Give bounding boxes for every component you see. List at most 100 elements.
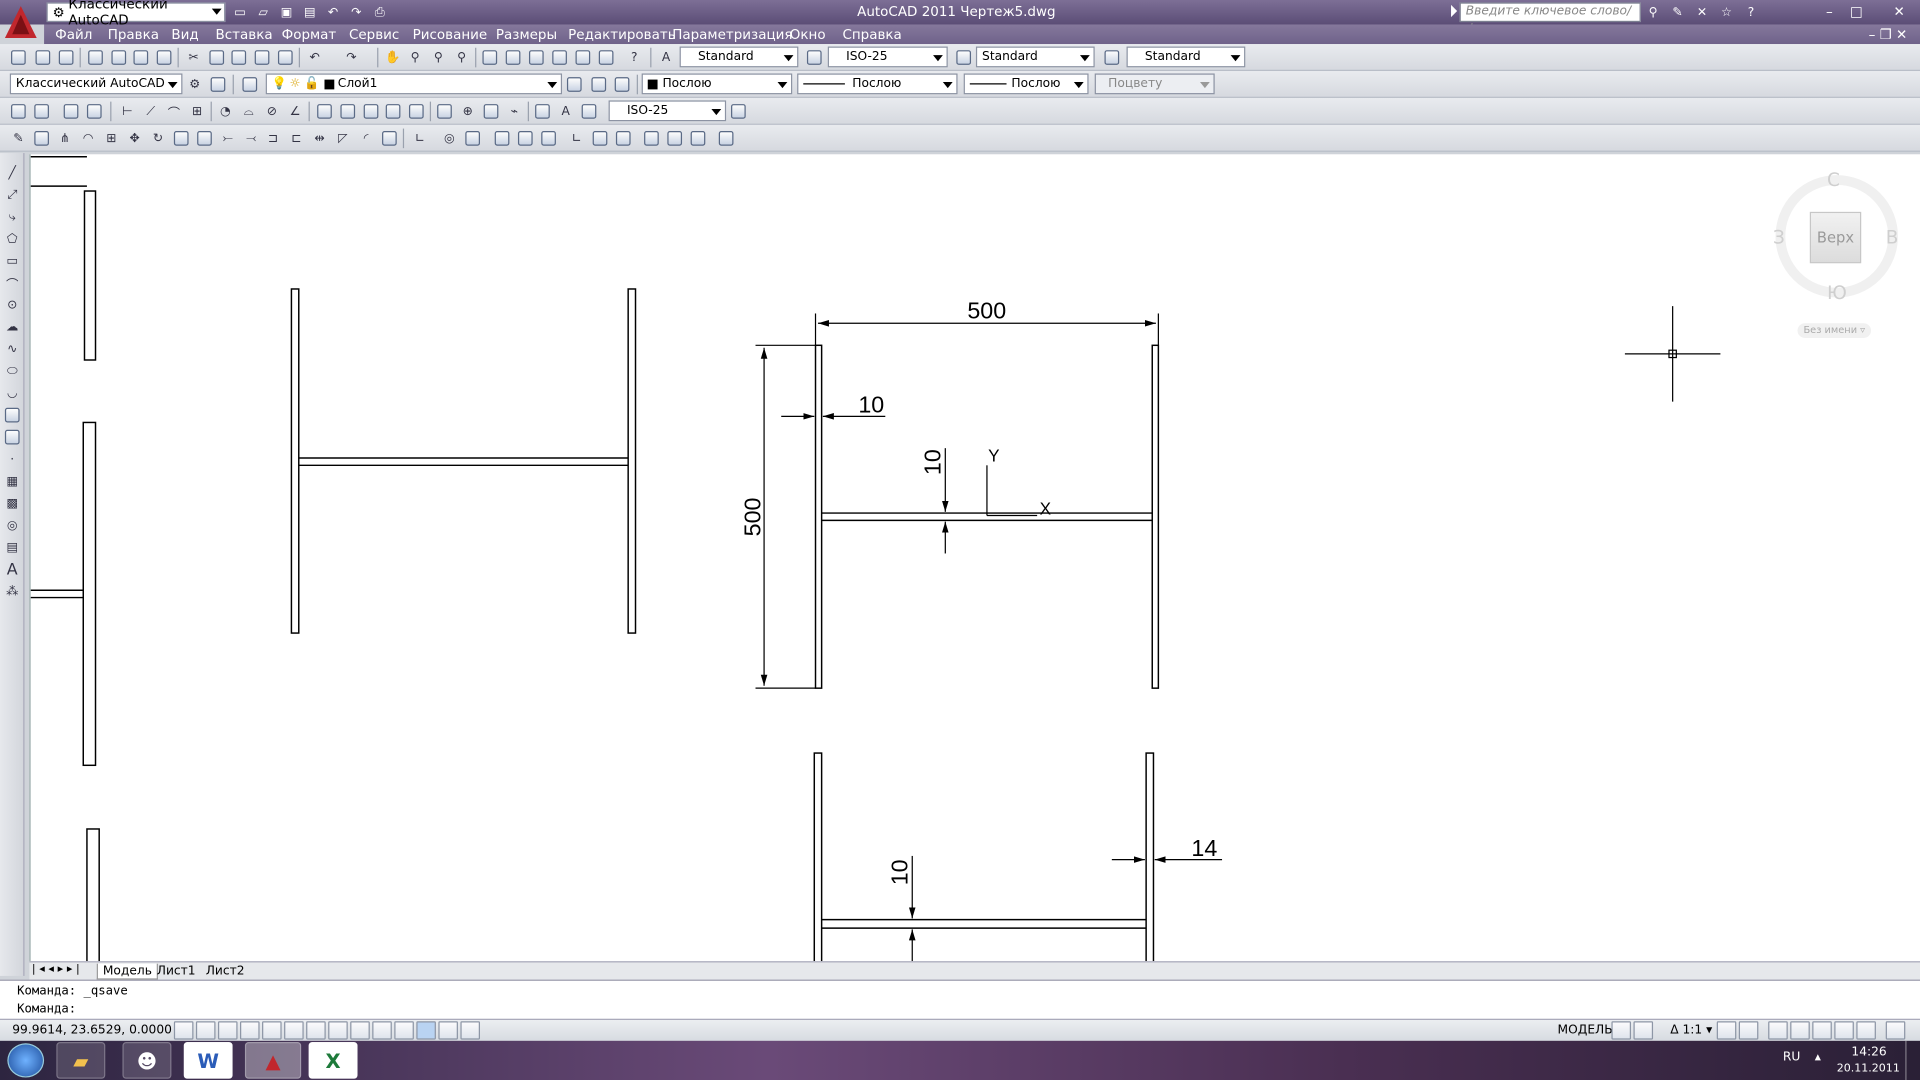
menu-format[interactable]: Формат xyxy=(282,27,337,43)
dim-style-manager-icon[interactable] xyxy=(729,102,749,122)
tolerance-icon[interactable] xyxy=(435,102,455,122)
save-as-icon[interactable]: ▤ xyxy=(300,2,320,22)
jogged-linear-icon[interactable]: ⌁ xyxy=(504,102,524,122)
move-icon[interactable]: ✥ xyxy=(125,129,145,149)
pan-icon[interactable]: ✋ xyxy=(383,48,403,68)
plotstyle-select[interactable]: Поцвету xyxy=(1094,73,1215,95)
dimension-top-500[interactable]: 500 xyxy=(814,297,1159,346)
redo-icon[interactable]: ↷ xyxy=(342,48,362,68)
menu-dimension[interactable]: Размеры xyxy=(496,27,557,43)
menu-edit[interactable]: Правка xyxy=(108,27,159,43)
status-bar-menu-icon[interactable] xyxy=(1856,1021,1876,1040)
show-desktop-button[interactable] xyxy=(1905,1040,1920,1080)
gradient-icon[interactable]: ▩ xyxy=(2,493,22,513)
ucs-previous-icon[interactable] xyxy=(463,129,483,149)
inspection-icon[interactable] xyxy=(481,102,501,122)
infer-constraints-icon[interactable] xyxy=(173,1021,194,1040)
dimension-bottom-web-10[interactable]: 10 xyxy=(886,855,916,962)
dim-style-select-2[interactable]: ISO-25 xyxy=(608,100,727,122)
ucs-view-icon[interactable] xyxy=(539,129,559,149)
undo-icon[interactable]: ↶ xyxy=(305,48,325,68)
ucs-y-icon[interactable] xyxy=(665,129,685,149)
workspace-selector[interactable]: ⚙ Классический AutoCAD xyxy=(46,0,226,28)
text-style-select[interactable]: Standard xyxy=(679,46,799,68)
alien-app-taskbar-icon[interactable]: ☻ xyxy=(122,1042,172,1079)
polyline-icon[interactable]: ⤷ xyxy=(2,207,22,227)
dyn-input-icon[interactable] xyxy=(372,1021,392,1040)
fillet-icon[interactable]: ◜ xyxy=(356,129,376,149)
start-button[interactable] xyxy=(7,1043,45,1078)
search-input[interactable]: Введите ключевое слово/фразу xyxy=(1459,2,1641,36)
tab-model[interactable]: Модель xyxy=(96,963,159,980)
help-icon[interactable]: ? xyxy=(624,48,644,68)
ucs-apply-icon[interactable] xyxy=(716,129,736,149)
clock-date[interactable]: 20.11.2011 xyxy=(1837,1063,1900,1075)
menu-window[interactable]: Окно xyxy=(790,27,826,43)
ucs-face-icon[interactable] xyxy=(492,129,512,149)
ucs-origin-icon[interactable]: ∟ xyxy=(567,129,587,149)
text-style-icon[interactable]: A xyxy=(656,48,676,68)
model-space-drawing[interactable]: 500 500 10 10 Y X 10 14 xyxy=(30,154,1920,962)
close-icon[interactable]: ✕ xyxy=(1881,1,1918,21)
language-indicator[interactable]: RU xyxy=(1783,1051,1800,1064)
ellipse-icon[interactable]: ⬭ xyxy=(2,361,22,381)
jogged-dim-icon[interactable]: ⌓ xyxy=(239,102,259,122)
dim-text-edit-icon[interactable]: A xyxy=(556,102,576,122)
tray-expand-icon[interactable]: ▴ xyxy=(1815,1051,1821,1064)
clean-screen-icon[interactable] xyxy=(1885,1021,1906,1040)
clock-time[interactable]: 14:26 xyxy=(1851,1046,1886,1059)
tool-palettes-icon[interactable] xyxy=(527,48,547,68)
dim-style-select[interactable]: ISO-25 xyxy=(827,46,948,68)
tab-sheet1[interactable]: Лист1 xyxy=(152,964,201,980)
break-icon[interactable]: ⊏ xyxy=(287,129,307,149)
plot-icon[interactable] xyxy=(86,48,106,68)
dim-style-icon[interactable] xyxy=(804,48,824,68)
block-editor-icon[interactable] xyxy=(276,48,296,68)
star-icon[interactable]: ☆ xyxy=(1717,2,1737,22)
array-icon[interactable]: ⊞ xyxy=(102,129,122,149)
annotation-visibility-icon[interactable] xyxy=(1716,1021,1737,1040)
undo-icon[interactable]: ↶ xyxy=(323,2,343,22)
tab-scroll-arrows[interactable]: |◂◂▸▸| xyxy=(32,964,84,976)
dim-edit-icon[interactable] xyxy=(533,102,553,122)
hardware-accel-icon[interactable] xyxy=(1812,1021,1832,1040)
revcloud-icon[interactable]: ☁ xyxy=(2,317,22,337)
menu-modify[interactable]: Редактировать xyxy=(568,27,675,43)
workspace-select[interactable]: Классический AutoCAD xyxy=(9,73,183,95)
copy-icon[interactable] xyxy=(207,48,227,68)
menu-view[interactable]: Вид xyxy=(171,27,198,43)
sheet-set-icon[interactable] xyxy=(550,48,570,68)
polygon-icon[interactable]: ⬠ xyxy=(2,229,22,249)
ordinate-dim-icon[interactable]: ⊞ xyxy=(187,102,207,122)
hatch-icon[interactable]: ▦ xyxy=(2,471,22,491)
lock-toolbar-icon[interactable] xyxy=(1790,1021,1810,1040)
3d-print-icon[interactable] xyxy=(154,48,174,68)
auto-scale-icon[interactable] xyxy=(1738,1021,1759,1040)
open-icon[interactable] xyxy=(33,48,53,68)
help-icon[interactable]: ? xyxy=(1741,2,1761,22)
object-snap-icon[interactable] xyxy=(284,1021,304,1040)
ucs-x-icon[interactable] xyxy=(642,129,662,149)
plot-icon[interactable]: ⎙ xyxy=(370,2,390,22)
exchange-icon[interactable]: ✕ xyxy=(1692,2,1712,22)
compass-north[interactable]: С xyxy=(1827,169,1840,191)
aligned-dim-icon[interactable]: ⟋ xyxy=(141,102,161,122)
grid-display-icon[interactable] xyxy=(217,1021,238,1040)
linear-dim-icon[interactable]: ⊢ xyxy=(118,102,138,122)
baseline-dim-icon[interactable] xyxy=(338,102,358,122)
save-icon[interactable]: ▣ xyxy=(277,2,297,22)
selection-cycling-icon[interactable] xyxy=(460,1021,481,1040)
dimension-flange-10[interactable]: 10 xyxy=(919,448,949,554)
autocad-taskbar-icon[interactable]: ▲ xyxy=(244,1042,302,1079)
dim-break-icon[interactable] xyxy=(407,102,427,122)
drawing-canvas[interactable]: 500 500 10 10 Y X 10 14 xyxy=(29,154,1920,962)
paste-icon[interactable] xyxy=(229,48,249,68)
chamfer-icon[interactable]: ◸ xyxy=(333,129,353,149)
layer-walk-icon[interactable] xyxy=(32,102,52,122)
ucs-object-icon[interactable] xyxy=(516,129,536,149)
offset-icon[interactable]: ◠ xyxy=(78,129,98,149)
dimension-web-10[interactable]: 10 xyxy=(781,392,886,420)
viewcube-face-top[interactable]: Верх xyxy=(1809,211,1862,264)
zoom-previous-icon[interactable]: ⚲ xyxy=(452,48,472,68)
redo-icon[interactable]: ↷ xyxy=(347,2,367,22)
